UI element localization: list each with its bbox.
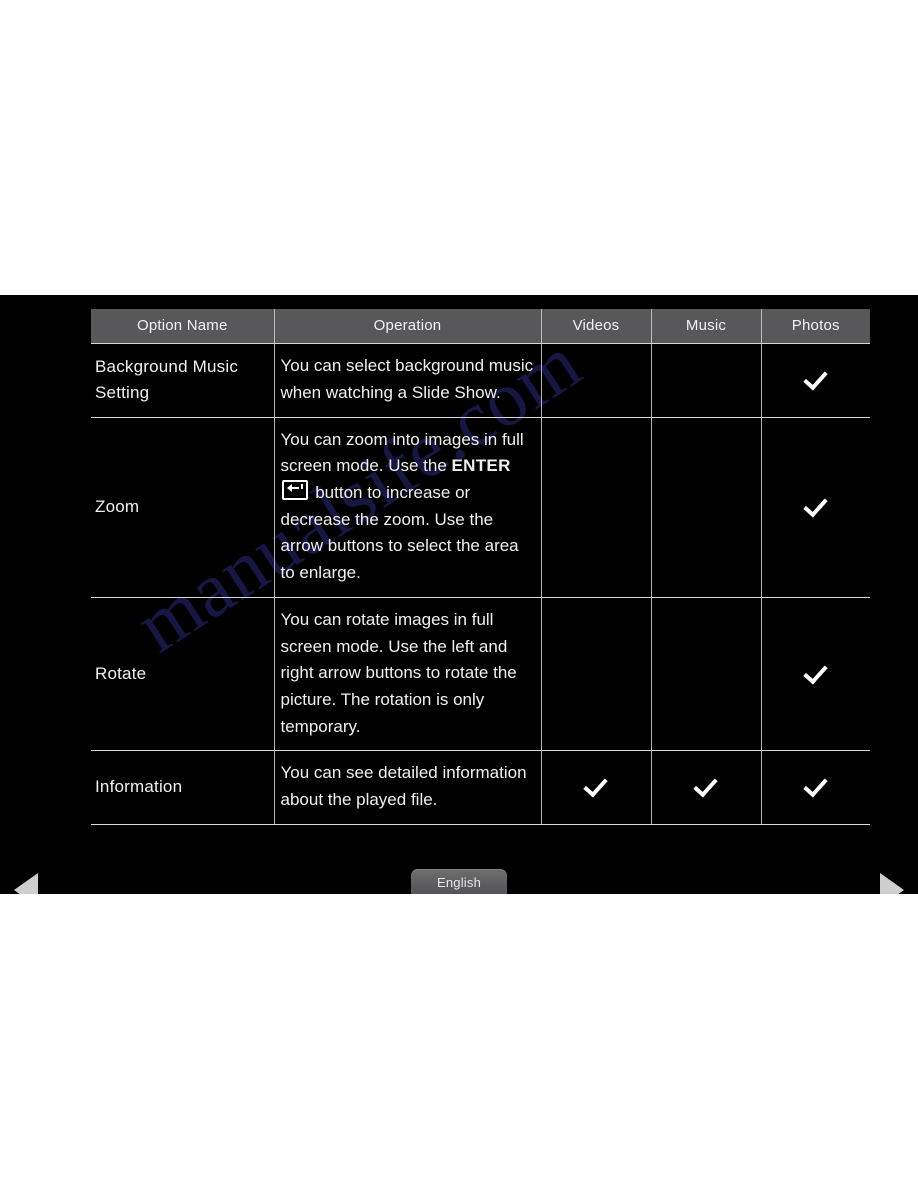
videos-cell [541,750,652,825]
enter-key-icon [281,480,308,501]
operation-cell: You can see detailed information about t… [274,750,542,825]
column-header-music: Music [651,309,762,344]
videos-cell [541,417,652,598]
operation-text-part-2: button to increase or decrease the zoom.… [280,483,519,583]
music-cell [651,750,762,825]
enter-key-label: ENTER [451,456,511,476]
checkmark-icon [803,366,829,390]
option-name-cell: Zoom [91,417,275,598]
table-row: Background Music Setting You can select … [91,343,870,418]
next-page-arrow-icon[interactable] [880,873,904,894]
checkmark-icon [693,773,719,797]
checkmark-icon [803,660,829,684]
music-cell [651,417,762,598]
previous-page-arrow-icon[interactable] [14,873,38,894]
language-button[interactable]: English [411,869,507,894]
photos-cell [761,750,870,825]
operation-cell: You can select background music when wat… [274,343,542,418]
checkmark-icon [803,493,829,517]
option-name-cell: Background Music Setting [91,343,275,418]
column-header-operation: Operation [274,309,542,344]
checkmark-icon [583,773,609,797]
option-name-cell: Information [91,750,275,825]
option-name-cell: Rotate [91,597,275,752]
photos-cell [761,417,870,598]
photos-cell [761,597,870,752]
column-header-videos: Videos [541,309,652,344]
music-cell [651,597,762,752]
tv-manual-screen: manualsife.com Option Name Operation Vid… [0,295,918,894]
photos-cell [761,343,870,418]
table-row: Information You can see detailed informa… [91,750,870,825]
table-row: Zoom You can zoom into images in full sc… [91,417,870,598]
options-table: Option Name Operation Videos Music Photo… [91,309,870,825]
column-header-option-name: Option Name [91,309,275,344]
column-header-photos: Photos [761,309,870,344]
music-cell [651,343,762,418]
table-header-row: Option Name Operation Videos Music Photo… [91,309,870,344]
checkmark-icon [803,773,829,797]
operation-cell: You can zoom into images in full screen … [274,417,542,598]
table-row: Rotate You can rotate images in full scr… [91,597,870,752]
videos-cell [541,597,652,752]
operation-cell: You can rotate images in full screen mod… [274,597,542,752]
videos-cell [541,343,652,418]
